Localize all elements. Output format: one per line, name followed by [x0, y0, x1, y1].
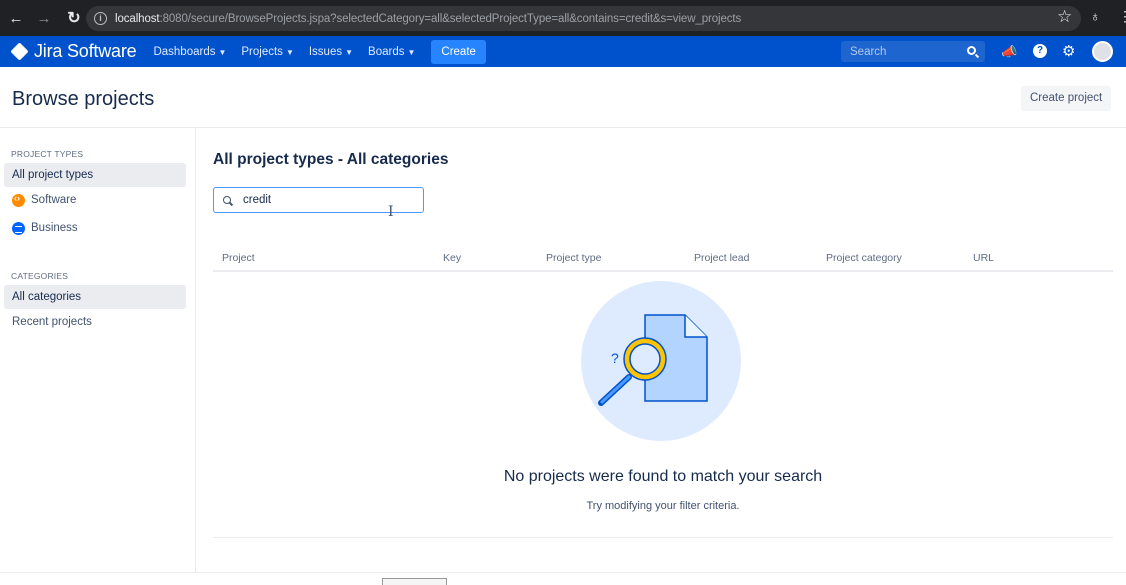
column-project-type[interactable]: Project type	[546, 252, 601, 264]
question-mark: ?	[611, 350, 619, 366]
browser-toolbar: ← → ↻ i localhost:8080/secure/BrowseProj…	[0, 0, 1126, 36]
column-project-lead[interactable]: Project lead	[694, 252, 749, 264]
info-icon[interactable]: i	[94, 12, 107, 25]
top-navigation: Jira Software Dashboards ▼ Projects ▼ Issu…	[0, 36, 1126, 67]
column-project[interactable]: Project	[222, 252, 255, 264]
empty-state-subtitle: Try modifying your filter criteria.	[586, 500, 740, 512]
notifications-icon[interactable]: 📣	[1001, 44, 1017, 60]
sidebar-item-label: Software	[31, 194, 77, 206]
jira-logo[interactable]: Jira Software	[10, 41, 137, 62]
url-text[interactable]: localhost:8080/secure/BrowseProjects.jsp…	[115, 13, 741, 25]
chevron-down-icon: ▼	[407, 47, 416, 57]
nav-issues-label: Issues	[308, 45, 343, 58]
empty-state-title: No projects were found to match your sea…	[503, 468, 823, 485]
section-title: All project types - All categories	[213, 151, 449, 168]
column-url[interactable]: URL	[973, 252, 994, 264]
business-icon	[12, 221, 25, 235]
url-path: :8080/secure/BrowseProjects.jspa?selecte…	[159, 12, 742, 25]
sidebar-item-label: All categories	[12, 291, 82, 303]
software-icon	[12, 193, 25, 207]
page-title: Browse projects	[12, 88, 155, 110]
sidebar: PROJECT TYPES All project types Software…	[0, 128, 196, 573]
create-button[interactable]: Create	[431, 39, 486, 64]
sidebar-item-software[interactable]: Software	[4, 188, 186, 212]
nav-boards[interactable]: Boards ▼	[368, 46, 415, 58]
search-icon[interactable]	[967, 46, 976, 55]
url-host: localhost	[115, 12, 160, 25]
sidebar-item-label: Recent projects	[12, 316, 92, 328]
project-types-heading: PROJECT TYPES	[11, 149, 84, 159]
table-bottom-divider	[213, 537, 1113, 538]
nav-boards-label: Boards	[368, 45, 405, 58]
address-bar[interactable]: i localhost:8080/secure/BrowseProjects.j…	[86, 6, 1081, 31]
projects-table-header: Project Key Project type Project lead Pr…	[213, 248, 1113, 272]
text-cursor-icon: I	[388, 204, 394, 220]
star-icon[interactable]: ☆	[1057, 7, 1072, 27]
create-project-button[interactable]: Create project	[1021, 86, 1112, 111]
sidebar-item-all-categories[interactable]: All categories	[4, 285, 186, 309]
footer-divider	[0, 572, 1126, 573]
reload-icon[interactable]: ↻	[63, 8, 85, 28]
nav-projects[interactable]: Projects ▼	[241, 46, 293, 58]
back-icon[interactable]: ←	[5, 10, 27, 27]
forward-icon[interactable]: →	[33, 10, 55, 27]
nav-dashboards[interactable]: Dashboards ▼	[153, 46, 226, 58]
categories-heading: CATEGORIES	[11, 271, 69, 281]
sidebar-item-all-project-types[interactable]: All project types	[4, 163, 186, 187]
sidebar-item-label: Business	[31, 222, 78, 234]
sidebar-item-business[interactable]: Business	[4, 216, 186, 240]
main-content: All project types - All categories I Pro…	[196, 128, 1126, 573]
global-search[interactable]	[841, 41, 985, 62]
filter-search-icon	[223, 196, 231, 204]
chevron-down-icon: ▼	[345, 47, 354, 57]
sidebar-item-label: All project types	[12, 169, 94, 181]
brand-name: Jira Software	[34, 41, 137, 61]
page-header: Browse projects Create project	[0, 67, 1126, 128]
empty-search-illustration: ?	[581, 281, 741, 441]
nav-projects-label: Projects	[241, 45, 283, 58]
chevron-down-icon: ▼	[218, 47, 227, 57]
avatar[interactable]	[1092, 41, 1113, 62]
menu-icon[interactable]: ⋮	[1118, 8, 1126, 25]
chevron-down-icon: ▼	[285, 47, 294, 57]
search-input[interactable]	[841, 45, 956, 58]
column-project-category[interactable]: Project category	[826, 252, 902, 264]
help-icon[interactable]: ?	[1033, 44, 1047, 58]
settings-icon[interactable]: ⚙	[1062, 42, 1075, 60]
column-key[interactable]: Key	[443, 252, 461, 264]
nav-issues[interactable]: Issues ▼	[309, 46, 353, 58]
sidebar-item-recent-projects[interactable]: Recent projects	[4, 310, 186, 334]
magnifier-lens	[629, 343, 661, 375]
extension-icon[interactable]: ♁	[1090, 8, 1101, 24]
nav-dashboards-label: Dashboards	[153, 45, 216, 58]
cut-off-tooltip	[382, 578, 447, 585]
jira-logo-icon	[10, 42, 29, 61]
